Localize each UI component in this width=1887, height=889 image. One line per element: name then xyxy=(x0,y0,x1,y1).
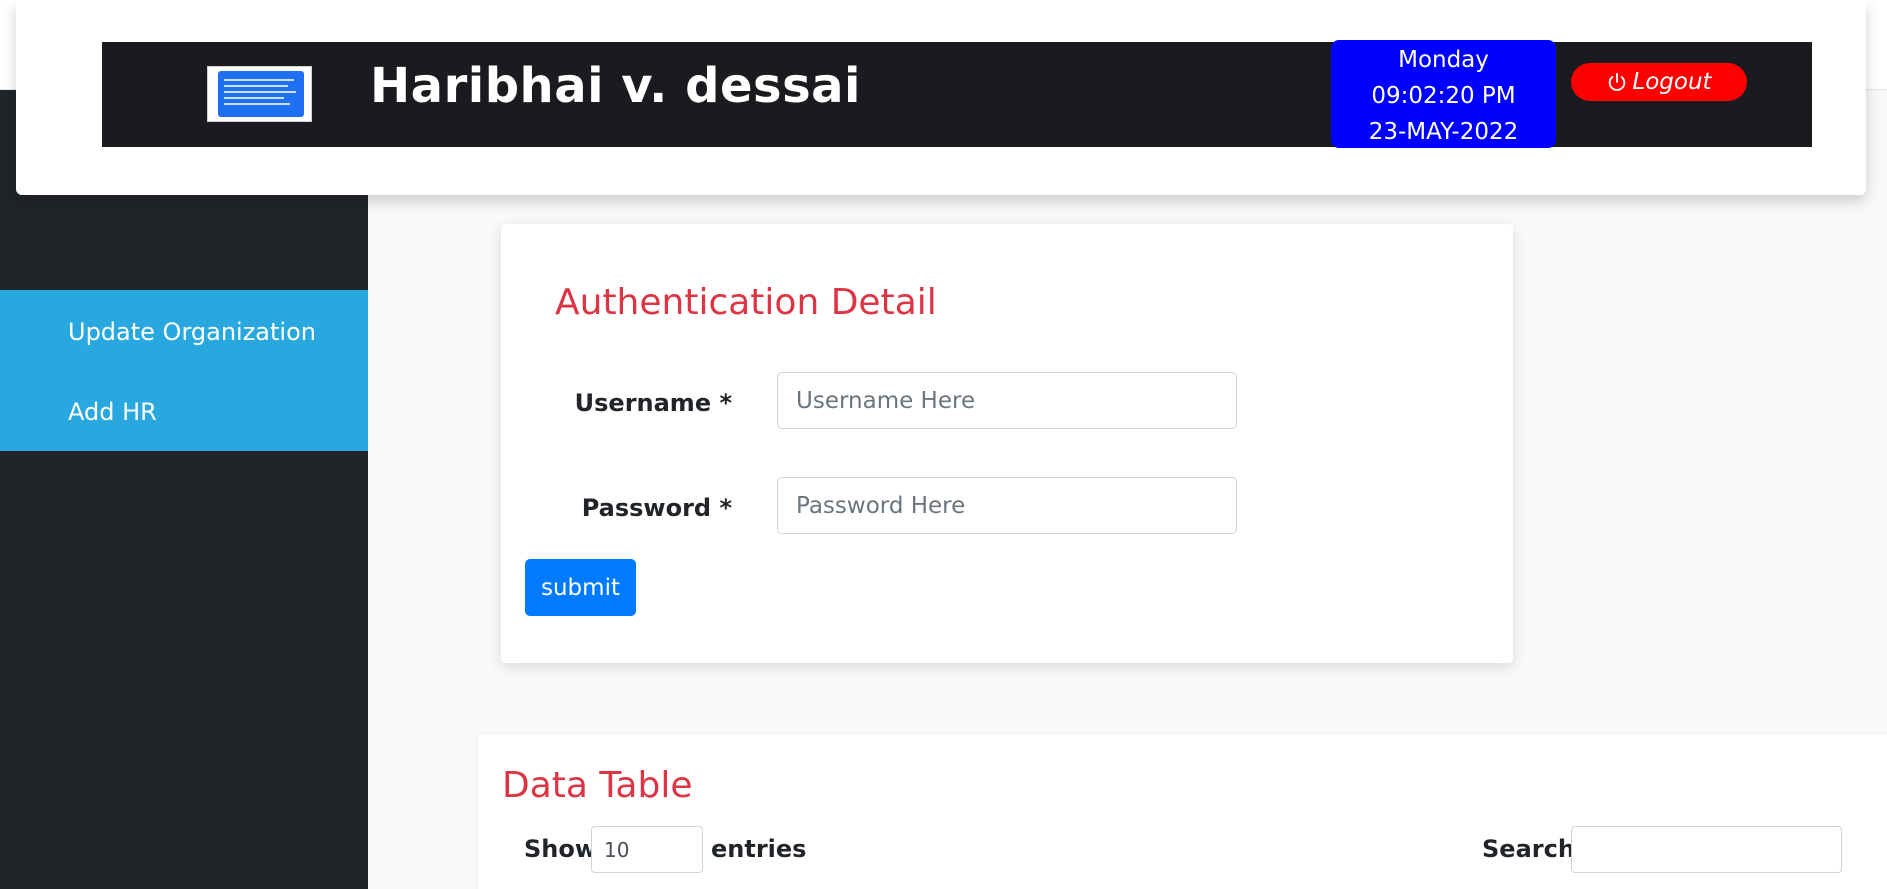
logo-text-line xyxy=(224,79,294,81)
power-icon xyxy=(1609,72,1626,91)
entries-value: 10 xyxy=(604,837,630,862)
sidebar: Update Organization Add HR xyxy=(0,90,368,889)
logo-text-line xyxy=(224,97,284,99)
logo-text-line xyxy=(224,91,296,93)
password-input[interactable] xyxy=(777,477,1237,534)
navbar: Haribhai v. dessai Monday 09:02:20 PM 23… xyxy=(102,40,1812,148)
search-label: Search: xyxy=(1482,835,1585,863)
data-table-card: Data Table Show 10 entries Search: xyxy=(478,735,1887,889)
entries-label: entries xyxy=(711,835,807,863)
datetime-date: 23-MAY-2022 xyxy=(1368,119,1519,145)
logo-inner xyxy=(218,71,304,117)
auth-card: Authentication Detail Username * Passwor… xyxy=(501,224,1513,663)
sidebar-item-update-organization[interactable]: Update Organization xyxy=(68,318,316,346)
logout-label: Logout xyxy=(1632,69,1712,95)
entries-select[interactable]: 10 xyxy=(591,826,703,873)
header-card: Haribhai v. dessai Monday 09:02:20 PM 23… xyxy=(16,0,1866,195)
datetime-day: Monday xyxy=(1398,47,1489,73)
data-table-heading: Data Table xyxy=(502,765,693,806)
sidebar-item-add-hr[interactable]: Add HR xyxy=(68,398,157,426)
site-title: Haribhai v. dessai xyxy=(370,58,861,114)
logo-text-line xyxy=(224,85,288,87)
username-input[interactable] xyxy=(777,372,1237,429)
submit-button[interactable]: submit xyxy=(525,559,636,616)
search-input[interactable] xyxy=(1571,826,1842,873)
show-label: Show xyxy=(524,835,598,863)
username-label: Username * xyxy=(574,389,732,417)
sidebar-menu: Update Organization Add HR xyxy=(0,290,368,451)
datetime-time: 09:02:20 PM xyxy=(1371,83,1516,109)
logo-image[interactable] xyxy=(207,66,312,122)
logo-text-line xyxy=(224,103,290,105)
auth-heading: Authentication Detail xyxy=(555,282,937,323)
datetime-display: Monday 09:02:20 PM 23-MAY-2022 xyxy=(1331,40,1556,148)
logout-button[interactable]: Logout xyxy=(1571,63,1747,101)
password-label: Password * xyxy=(581,494,732,522)
